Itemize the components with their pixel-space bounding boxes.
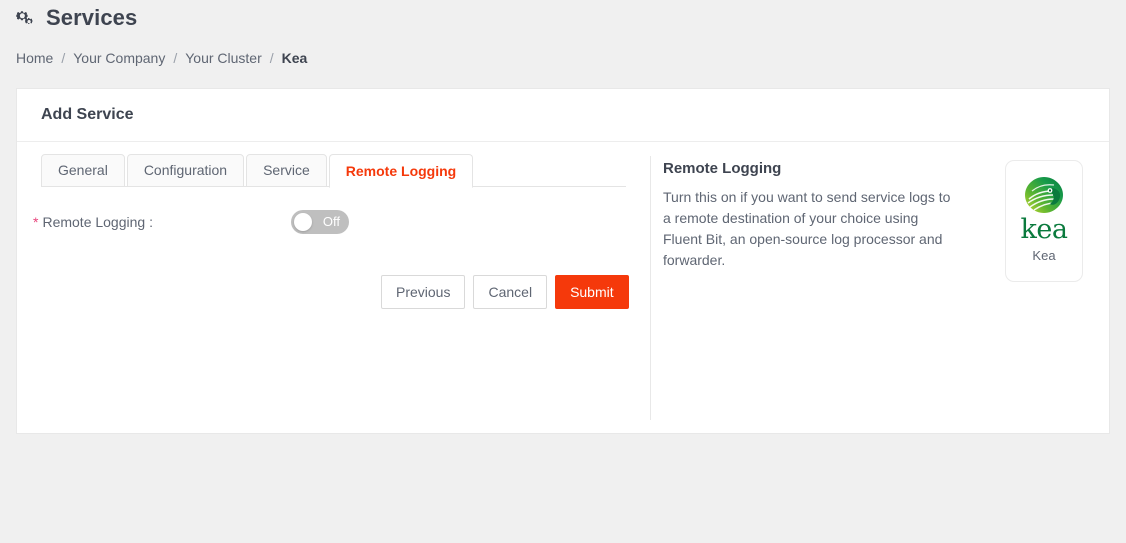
submit-button[interactable]: Submit [555, 275, 629, 309]
toggle-knob [294, 213, 312, 231]
remote-logging-toggle[interactable]: Off [291, 210, 349, 234]
add-service-card: Add Service General Configuration Servic… [16, 88, 1110, 434]
info-panel: Remote Logging Turn this on if you want … [650, 156, 1109, 420]
info-title: Remote Logging [663, 160, 782, 177]
info-text-block: Remote Logging Turn this on if you want … [663, 159, 953, 271]
remote-logging-form-row: * Remote Logging : Off [17, 210, 650, 234]
toggle-state-label: Off [322, 214, 340, 229]
info-description: Turn this on if you want to send service… [663, 189, 951, 268]
kea-wordmark: kea [1020, 214, 1068, 245]
tab-remote-logging[interactable]: Remote Logging [328, 154, 474, 188]
tab-configuration-label: Configuration [143, 162, 228, 178]
remote-logging-label-text: Remote Logging : [42, 214, 153, 230]
tab-bar: General Configuration Service Remote Log… [41, 142, 626, 188]
cogs-icon [16, 8, 38, 28]
tab-configuration[interactable]: Configuration [126, 154, 245, 187]
page-header: Services [0, 0, 1126, 33]
breadcrumb-item-your-cluster[interactable]: Your Cluster [185, 50, 262, 66]
tab-service[interactable]: Service [246, 154, 327, 187]
breadcrumb-separator: / [269, 50, 274, 66]
breadcrumb-item-kea: Kea [281, 50, 308, 66]
tab-general[interactable]: General [41, 154, 125, 187]
page-title: Services [46, 5, 138, 30]
breadcrumb-separator: / [61, 50, 66, 66]
breadcrumb-separator: / [173, 50, 178, 66]
form-column: General Configuration Service Remote Log… [17, 142, 650, 434]
form-actions: Previous Cancel Submit [17, 275, 650, 309]
breadcrumb-item-home[interactable]: Home [16, 50, 53, 66]
breadcrumb: Home / Your Company / Your Cluster / Kea [0, 33, 1126, 69]
card-header: Add Service [17, 89, 1109, 142]
card-title: Add Service [41, 106, 134, 123]
required-asterisk: * [33, 214, 39, 230]
previous-button[interactable]: Previous [381, 275, 466, 309]
kea-parrot-icon [1022, 175, 1066, 215]
tab-remote-logging-label: Remote Logging [345, 163, 457, 179]
cancel-button[interactable]: Cancel [473, 275, 548, 309]
tab-general-label: General [58, 162, 108, 178]
card-body: General Configuration Service Remote Log… [17, 142, 1109, 434]
tab-service-label: Service [263, 162, 310, 178]
breadcrumb-item-your-company[interactable]: Your Company [73, 50, 165, 66]
kea-logo-card: kea Kea [1005, 160, 1083, 282]
kea-logo-caption: Kea [1032, 248, 1056, 263]
remote-logging-label: * Remote Logging : [33, 214, 291, 230]
